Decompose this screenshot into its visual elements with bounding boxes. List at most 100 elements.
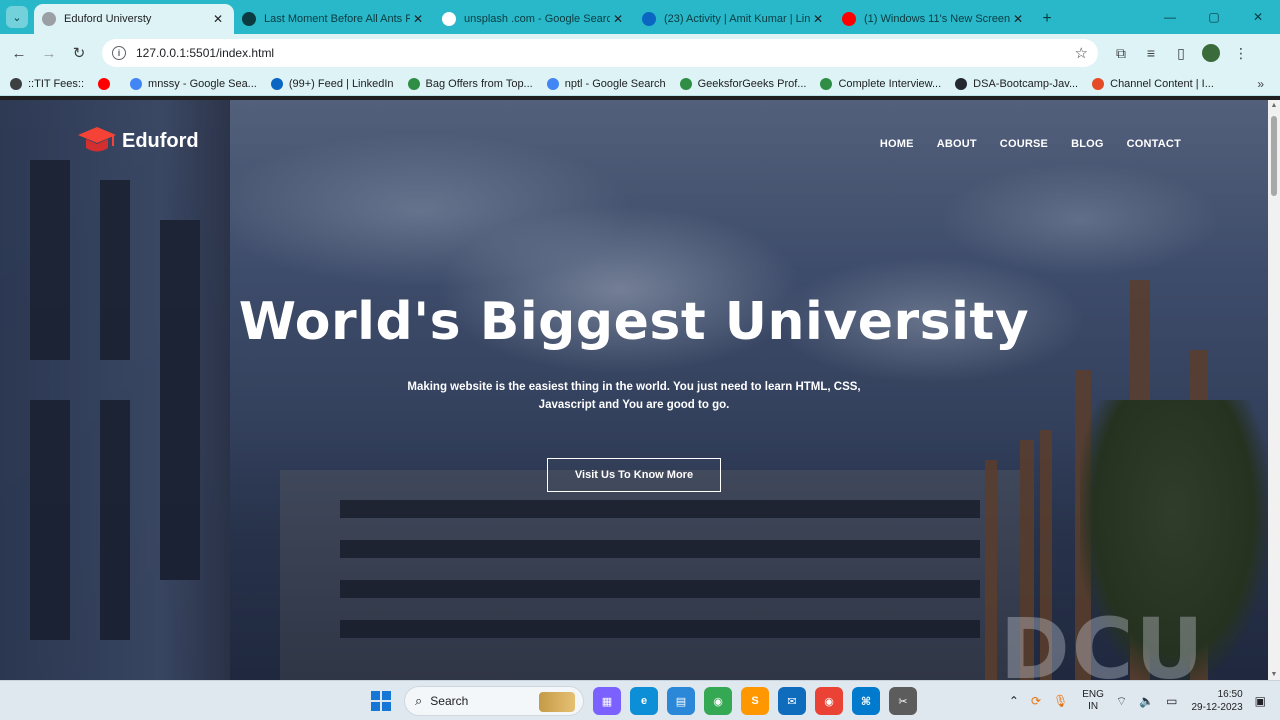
nav-course[interactable]: COURSE xyxy=(1000,138,1048,150)
snipping-app[interactable]: ✂ xyxy=(889,687,917,715)
tab-close-icon[interactable]: ✕ xyxy=(610,12,626,26)
scroll-up-icon[interactable]: ▲ xyxy=(1268,102,1280,109)
extensions-icon[interactable]: ⧉ xyxy=(1106,45,1136,62)
new-tab-button[interactable]: + xyxy=(1034,4,1060,34)
bookmark-label: Channel Content | I... xyxy=(1110,77,1214,90)
scroll-down-icon[interactable]: ▼ xyxy=(1268,671,1280,678)
clock[interactable]: 16:50 29-12-2023 xyxy=(1192,688,1243,714)
minimize-button[interactable]: — xyxy=(1148,10,1192,24)
browser-tab[interactable]: (23) Activity | Amit Kumar | Lin ✕ xyxy=(634,4,834,34)
tab-title: unsplash .com - Google Search xyxy=(464,13,610,25)
wifi-icon[interactable]: ⌔ xyxy=(1116,694,1127,709)
scrollbar-thumb[interactable] xyxy=(1271,116,1277,196)
tab-close-icon[interactable]: ✕ xyxy=(810,12,826,26)
toolbar-icons: ⧉ ≡ ▯ ⋮ xyxy=(1106,44,1256,62)
bookmark-label: (99+) Feed | LinkedIn xyxy=(288,77,394,90)
search-icon: ⌕ xyxy=(415,693,423,708)
bookmark-favicon-icon xyxy=(270,77,283,90)
forward-button[interactable]: → xyxy=(34,38,64,68)
side-panel-icon[interactable]: ▯ xyxy=(1166,45,1196,62)
chevron-up-icon[interactable]: ⌃ xyxy=(1009,694,1019,708)
bookmark-item[interactable] xyxy=(98,77,116,90)
tab-title: (23) Activity | Amit Kumar | Lin xyxy=(664,13,810,25)
bookmark-label: ::TIT Fees:: xyxy=(28,77,85,90)
edge-app[interactable]: e xyxy=(630,687,658,715)
url-text: 127.0.0.1:5501/index.html xyxy=(136,46,275,60)
bookmark-label: Complete Interview... xyxy=(838,77,942,90)
browser-tab[interactable]: unsplash .com - Google Search ✕ xyxy=(434,4,634,34)
site-info-icon[interactable]: i xyxy=(112,46,126,60)
mail-app[interactable]: ✉ xyxy=(778,687,806,715)
language-indicator[interactable]: ENG IN xyxy=(1082,689,1104,713)
widgets-app[interactable]: ▦ xyxy=(593,687,621,715)
notification-icon[interactable]: ▣ xyxy=(1255,694,1266,708)
bookmark-item[interactable]: ::TIT Fees:: xyxy=(10,77,85,90)
browser-tab[interactable]: (1) Windows 11's New Screen R ✕ xyxy=(834,4,1034,34)
tab-close-icon[interactable]: ✕ xyxy=(210,12,226,26)
sublime-app[interactable]: S xyxy=(741,687,769,715)
windows-taskbar: ⌕ Search ▦ e ▤ ◉ S ✉ ◉ ⌘ ✂ ⌃ ⟳ 🎙 ENG IN ⌔ 🔈 ▭ 16… xyxy=(0,680,1280,720)
more-bookmarks-icon[interactable]: » xyxy=(1257,77,1264,91)
site-logo[interactable]: Eduford xyxy=(76,124,199,158)
address-bar[interactable]: i 127.0.0.1:5501/index.html ☆ xyxy=(102,39,1098,67)
main-nav: HOME ABOUT COURSE BLOG CONTACT xyxy=(857,138,1181,150)
hero-section: World's Biggest University Making websit… xyxy=(0,292,1268,492)
bookmarks-list: ::TIT Fees:: mnssy - Google Sea... (99+) F… xyxy=(10,77,1228,90)
reading-list-icon[interactable]: ≡ xyxy=(1136,45,1166,61)
bookmark-star-icon[interactable]: ☆ xyxy=(1075,44,1088,62)
taskbar-search[interactable]: ⌕ Search xyxy=(404,686,584,716)
notepad-app[interactable]: ▤ xyxy=(667,687,695,715)
battery-icon[interactable]: ▭ xyxy=(1166,694,1177,708)
vscode-app[interactable]: ⌘ xyxy=(852,687,880,715)
youtube-icon xyxy=(842,12,856,26)
back-button[interactable]: ← xyxy=(4,38,34,68)
bookmark-item[interactable]: DSA-Bootcamp-Jav... xyxy=(955,77,1079,90)
visit-us-button[interactable]: Visit Us To Know More xyxy=(547,458,721,492)
reload-icon: ↻ xyxy=(72,45,86,62)
sync-icon[interactable]: ⟳ xyxy=(1031,694,1041,708)
graduation-cap-icon xyxy=(78,127,116,152)
bookmark-item[interactable]: Channel Content | I... xyxy=(1092,77,1214,90)
tab-title: Last Moment Before All Ants Fa xyxy=(264,13,410,25)
page-scrollbar[interactable]: ▲ ▼ xyxy=(1268,100,1280,680)
taskbar-apps: ▦ e ▤ ◉ S ✉ ◉ ⌘ ✂ xyxy=(584,687,917,715)
bookmark-favicon-icon xyxy=(10,77,22,90)
region-code: IN xyxy=(1088,701,1099,712)
bookmark-item[interactable]: Complete Interview... xyxy=(820,77,942,90)
profile-avatar[interactable] xyxy=(1202,44,1220,62)
maximize-button[interactable]: ▢ xyxy=(1192,10,1236,24)
system-tray: ⌃ ⟳ 🎙 ENG IN ⌔ 🔈 ▭ 16:50 29-12-2023 ▣ xyxy=(997,681,1266,720)
close-window-button[interactable]: ✕ xyxy=(1236,10,1280,24)
bookmark-label: DSA-Bootcamp-Jav... xyxy=(973,77,1079,90)
chrome-profile-app[interactable]: ◉ xyxy=(815,687,843,715)
microphone-icon[interactable]: 🎙 xyxy=(1053,694,1068,708)
building-main xyxy=(280,470,1020,680)
clock-date: 29-12-2023 xyxy=(1191,702,1243,713)
bookmark-item[interactable]: mnssy - Google Sea... xyxy=(130,77,257,90)
clock-time: 16:50 xyxy=(1217,689,1243,700)
globe-icon xyxy=(42,12,56,26)
nav-home[interactable]: HOME xyxy=(880,138,914,150)
bookmark-label: mnssy - Google Sea... xyxy=(148,77,257,90)
bookmark-item[interactable]: GeeksforGeeks Prof... xyxy=(679,77,806,90)
bookmark-item[interactable]: nptl - Google Search xyxy=(546,77,666,90)
arrow-left-icon: ← xyxy=(11,44,27,62)
browser-tab[interactable]: Last Moment Before All Ants Fa ✕ xyxy=(234,4,434,34)
bookmark-label: Bag Offers from Top... xyxy=(425,77,533,90)
bookmark-item[interactable]: (99+) Feed | LinkedIn xyxy=(270,77,394,90)
nav-about[interactable]: ABOUT xyxy=(937,138,977,150)
nav-contact[interactable]: CONTACT xyxy=(1127,138,1181,150)
chrome-app[interactable]: ◉ xyxy=(704,687,732,715)
nav-blog[interactable]: BLOG xyxy=(1071,138,1104,150)
tab-search-button[interactable]: ⌄ xyxy=(6,6,28,28)
more-menu-icon[interactable]: ⋮ xyxy=(1226,45,1256,62)
browser-tab[interactable]: Eduford Universty ✕ xyxy=(34,4,234,34)
tab-close-icon[interactable]: ✕ xyxy=(410,12,426,26)
volume-icon[interactable]: 🔈 xyxy=(1139,694,1154,708)
bookmark-item[interactable]: Bag Offers from Top... xyxy=(407,77,533,90)
tab-close-icon[interactable]: ✕ xyxy=(1010,12,1026,26)
site-header: Eduford HOME ABOUT COURSE BLOG CONTACT xyxy=(0,100,1268,190)
reload-button[interactable]: ↻ xyxy=(64,38,94,68)
logo-text: Eduford xyxy=(122,129,199,152)
start-button[interactable] xyxy=(368,688,394,714)
